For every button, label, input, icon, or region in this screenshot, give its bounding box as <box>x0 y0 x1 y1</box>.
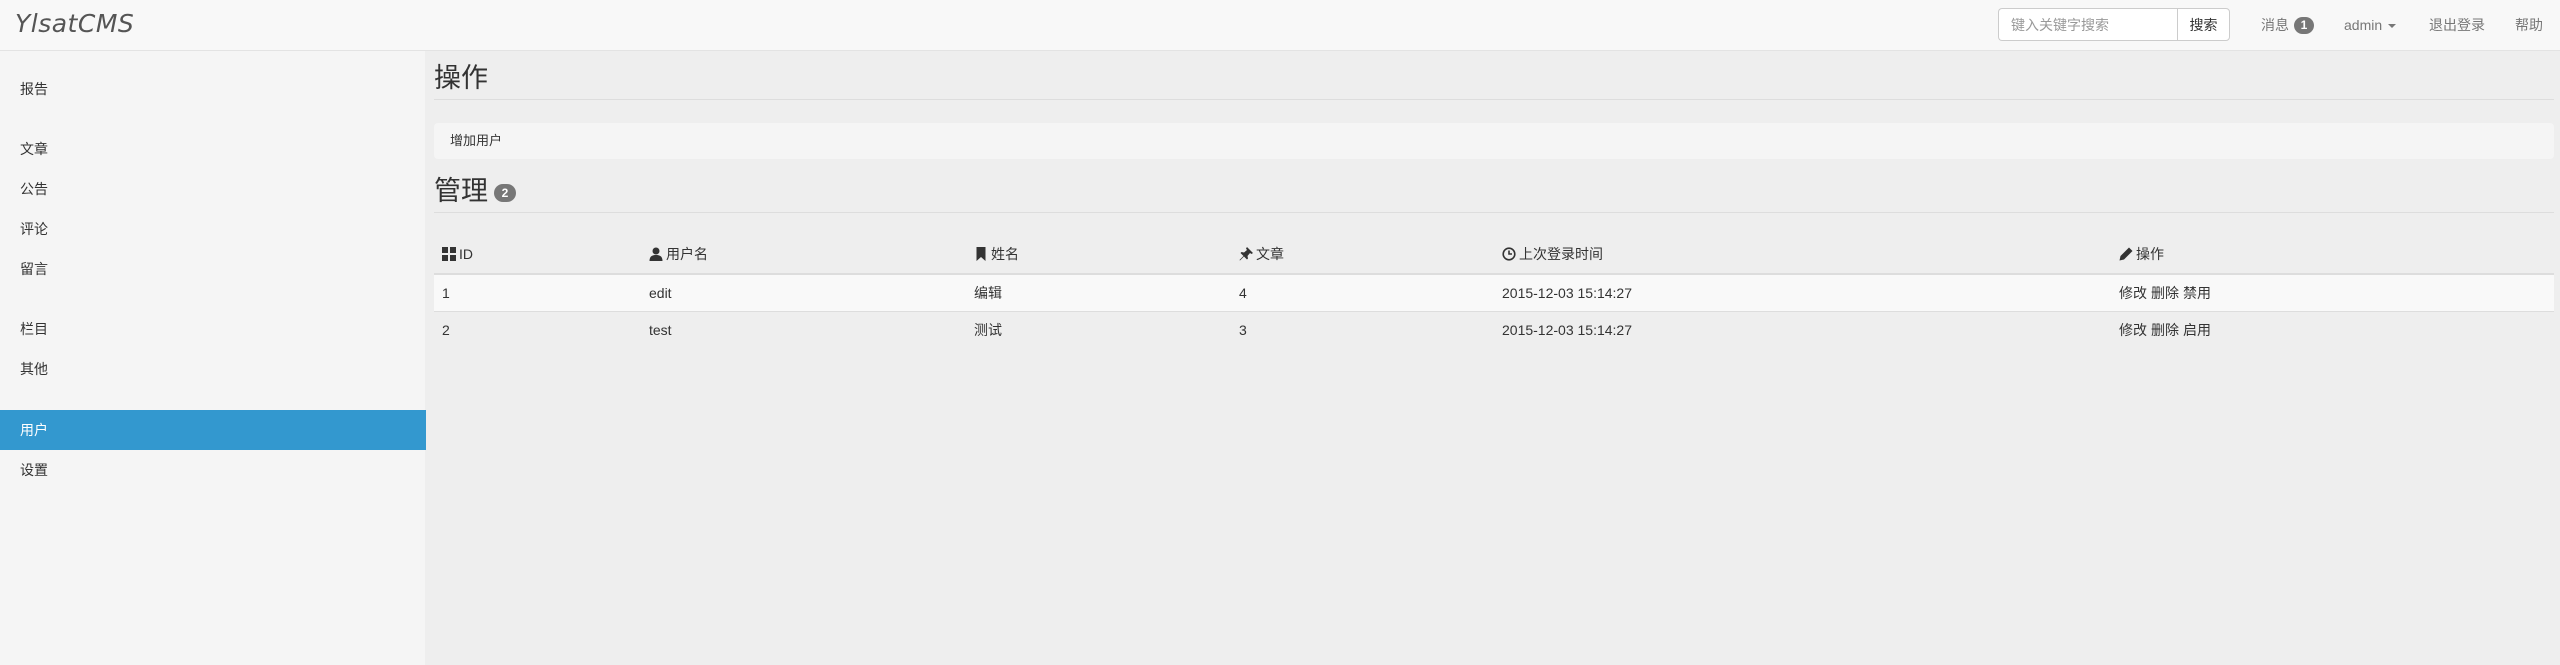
pushpin-icon <box>1239 246 1253 260</box>
sidebar-item-announcements[interactable]: 公告 <box>0 169 426 209</box>
enable-user-link[interactable]: 启用 <box>2183 322 2211 338</box>
manage-header: 管理 2 <box>434 174 2554 213</box>
sidebar-item-other[interactable]: 其他 <box>0 349 426 389</box>
cell-last-login: 2015-12-03 15:14:27 <box>1494 310 2111 348</box>
cell-articles: 4 <box>1231 273 1494 311</box>
delete-user-link[interactable]: 删除 <box>2151 322 2179 338</box>
column-header-label: 文章 <box>1256 245 1284 262</box>
table-row: 2 test 测试 3 2015-12-03 15:14:27 修改 删除 启用 <box>434 310 2554 348</box>
clock-icon <box>1502 246 1516 261</box>
sidebar-item-settings[interactable]: 设置 <box>0 450 426 490</box>
manage-count-badge: 2 <box>494 184 516 202</box>
user-menu-dropdown[interactable]: admin <box>2344 15 2397 35</box>
cell-actions: 修改 删除 启用 <box>2111 310 2554 348</box>
column-header-last-login[interactable]: 上次登录时间 <box>1494 234 2111 275</box>
top-navbar: YlsatCMS 搜索 消息 1 admin 退出登录 帮助 <box>0 0 2560 51</box>
cell-id: 1 <box>434 273 641 311</box>
edit-user-link[interactable]: 修改 <box>2119 285 2147 301</box>
column-header-label: 操作 <box>2136 245 2164 262</box>
operations-title: 操作 <box>434 63 488 93</box>
help-link[interactable]: 帮助 <box>2515 15 2543 35</box>
cell-actions: 修改 删除 禁用 <box>2111 273 2554 311</box>
logout-link[interactable]: 退出登录 <box>2429 15 2485 35</box>
bookmark-icon <box>976 246 986 261</box>
cell-username: test <box>641 310 966 348</box>
th-large-icon <box>442 246 456 261</box>
cell-name: 编辑 <box>966 273 1231 311</box>
column-header-id[interactable]: ID <box>434 234 641 275</box>
sidebar-item-messages[interactable]: 留言 <box>0 249 426 289</box>
column-header-label: 用户名 <box>666 245 708 262</box>
sidebar-item-articles[interactable]: 文章 <box>0 129 426 169</box>
sidebar-item-report[interactable]: 报告 <box>0 69 426 109</box>
disable-user-link[interactable]: 禁用 <box>2183 285 2211 301</box>
search-button[interactable]: 搜索 <box>2177 8 2230 41</box>
sidebar-item-columns[interactable]: 栏目 <box>0 309 426 349</box>
add-user-link[interactable]: 增加用户 <box>450 133 502 148</box>
column-header-label: 上次登录时间 <box>1519 245 1603 262</box>
users-table: ID 用户名 姓名 文章 上次登录时间 操作 1 edit 编辑 4 2015-… <box>434 234 2554 348</box>
column-header-label: ID <box>459 245 473 262</box>
column-header-articles[interactable]: 文章 <box>1231 234 1494 275</box>
main-content: 操作 增加用户 管理 2 ID 用户名 姓名 文章 上次登录时间 操作 1 ed… <box>426 51 2560 665</box>
column-header-name[interactable]: 姓名 <box>966 234 1231 275</box>
delete-user-link[interactable]: 删除 <box>2151 285 2179 301</box>
edit-user-link[interactable]: 修改 <box>2119 322 2147 338</box>
user-icon <box>649 247 663 261</box>
user-menu-label: admin <box>2344 17 2383 33</box>
cell-username: edit <box>641 273 966 311</box>
operations-header: 操作 <box>434 61 2554 100</box>
column-header-label: 姓名 <box>991 245 1019 262</box>
pencil-icon <box>2119 247 2133 260</box>
table-header-row: ID 用户名 姓名 文章 上次登录时间 操作 <box>434 234 2554 275</box>
messages-link[interactable]: 消息 1 <box>2261 15 2314 35</box>
messages-label: 消息 <box>2261 17 2289 33</box>
cell-last-login: 2015-12-03 15:14:27 <box>1494 273 2111 311</box>
sidebar-item-comments[interactable]: 评论 <box>0 209 426 249</box>
sidebar-item-users[interactable]: 用户 <box>0 410 426 450</box>
cell-name: 测试 <box>966 310 1231 348</box>
manage-title: 管理 <box>434 176 488 206</box>
brand-logo[interactable]: YlsatCMS <box>15 9 134 38</box>
messages-count-badge: 1 <box>2294 17 2314 34</box>
column-header-actions[interactable]: 操作 <box>2111 234 2554 275</box>
cell-articles: 3 <box>1231 310 1494 348</box>
cell-id: 2 <box>434 310 641 348</box>
column-header-username[interactable]: 用户名 <box>641 234 966 275</box>
search-input[interactable] <box>1998 8 2178 41</box>
action-bar: 增加用户 <box>434 123 2554 159</box>
sidebar: 报告 文章 公告 评论 留言 栏目 其他 用户 设置 <box>0 51 426 665</box>
caret-down-icon <box>2388 24 2397 29</box>
table-row: 1 edit 编辑 4 2015-12-03 15:14:27 修改 删除 禁用 <box>434 273 2554 311</box>
